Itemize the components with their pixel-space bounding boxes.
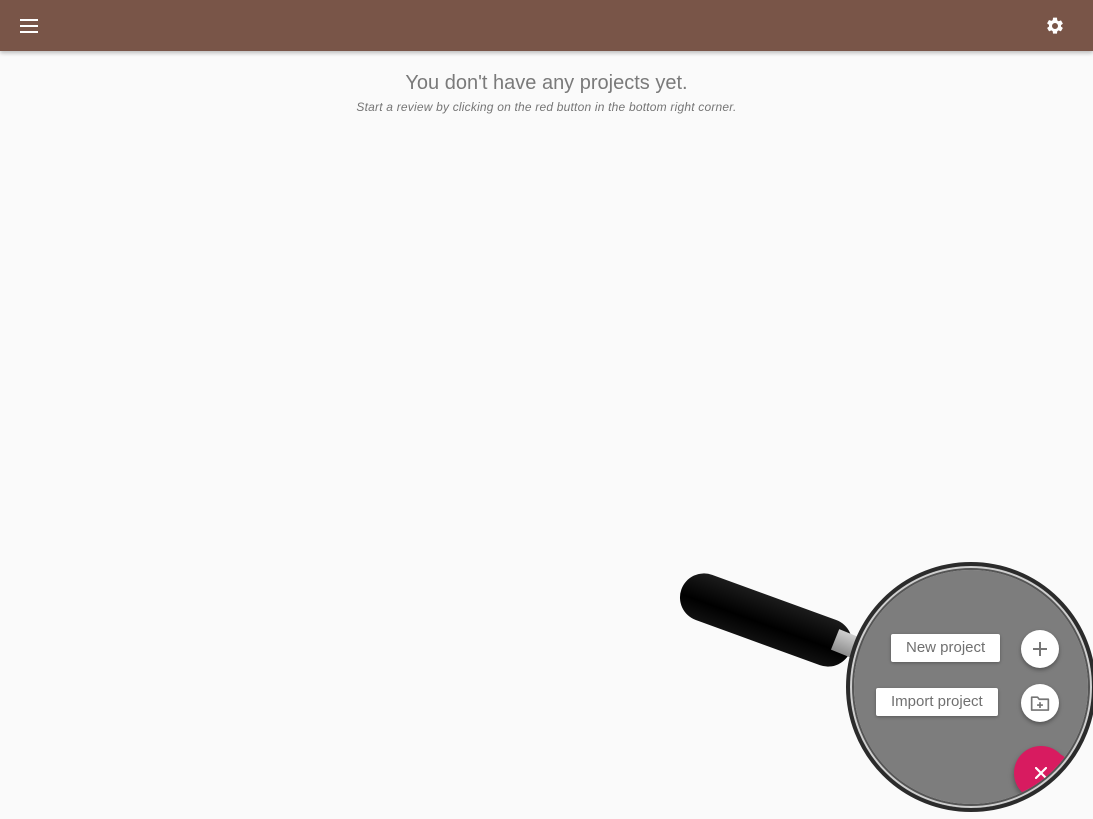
settings-button[interactable]	[1036, 7, 1074, 45]
folder-plus-icon	[1030, 696, 1050, 711]
app-bar	[0, 0, 1093, 51]
gear-icon	[1047, 17, 1063, 34]
import-project-button[interactable]	[1021, 684, 1059, 722]
menu-icon	[20, 19, 38, 33]
empty-state-subtitle: Start a review by clicking on the red bu…	[356, 100, 737, 114]
new-project-button[interactable]	[1021, 630, 1059, 668]
menu-button[interactable]	[10, 7, 48, 45]
import-project-label[interactable]: Import project	[876, 688, 998, 716]
empty-state: You don't have any projects yet. Start a…	[0, 70, 1093, 114]
speed-dial-area: New project Import project	[854, 570, 1088, 804]
close-icon	[1035, 767, 1047, 779]
plus-icon	[1033, 642, 1047, 656]
magnifier-handle	[673, 566, 859, 674]
speed-dial-fab[interactable]	[1014, 746, 1068, 800]
empty-state-title: You don't have any projects yet.	[405, 72, 688, 94]
new-project-label[interactable]: New project	[891, 634, 1001, 662]
